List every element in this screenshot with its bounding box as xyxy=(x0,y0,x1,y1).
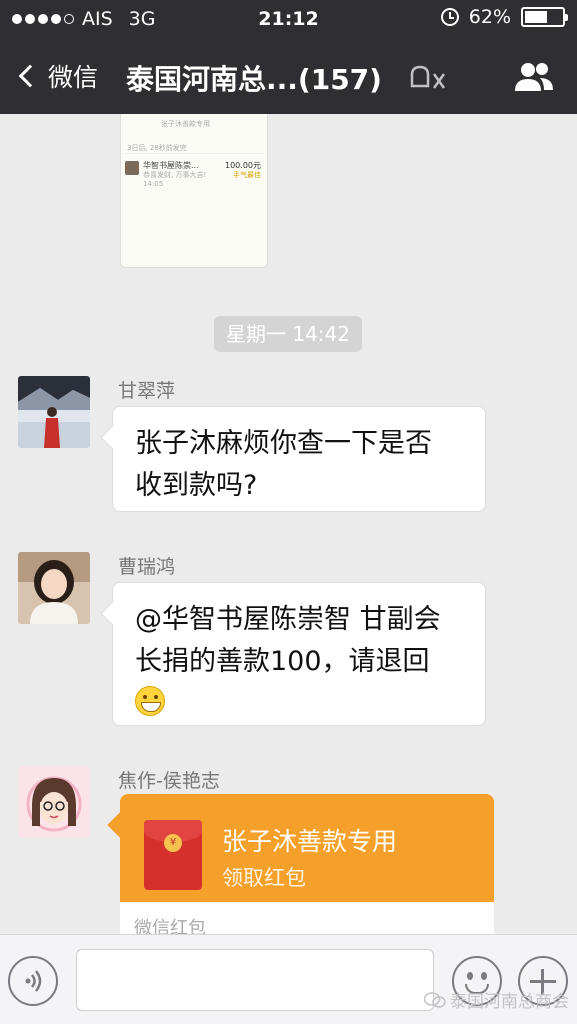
muted-bell-icon xyxy=(410,65,446,89)
message-bubble[interactable]: @华智书屋陈崇智 甘副会 长捐的善款100，请退回 xyxy=(112,582,486,726)
avatar-photo xyxy=(18,376,90,448)
alarm-icon xyxy=(440,8,459,26)
status-bar: AIS 3G 21:12 62% xyxy=(0,0,577,38)
group-members-icon[interactable] xyxy=(513,60,555,94)
screenshot-time: 14:05 xyxy=(143,180,164,188)
message-input[interactable] xyxy=(76,949,434,1011)
nav-bar: 微信 泰国河南总...(157) xyxy=(0,38,577,114)
wechat-logo-icon xyxy=(424,991,446,1008)
screenshot-divider xyxy=(125,153,263,154)
emoji-icon-eye xyxy=(481,972,487,980)
header: AIS 3G 21:12 62% 微信 泰国河南总...(157) xyxy=(0,0,577,114)
message-line: 张子沐麻烦你查一下是否 xyxy=(135,428,432,459)
back-label: 微信 xyxy=(48,63,99,92)
battery-fill xyxy=(525,11,548,23)
screenshot-avatar xyxy=(125,161,139,175)
red-packet-title: 张子沐善款专用 xyxy=(222,827,398,856)
screenshot-sub: 恭喜发财, 万事大吉! xyxy=(143,171,207,179)
red-packet-subtitle: 领取红包 xyxy=(222,866,306,890)
red-packet-icon: ¥ xyxy=(144,820,202,890)
emoji-icon xyxy=(467,972,473,980)
timestamp-badge: 星期一 14:42 xyxy=(214,316,362,352)
avatar-cartoon xyxy=(18,766,90,838)
screenshot-meta: 3日后, 28秒前发完 xyxy=(127,144,187,152)
battery-icon xyxy=(521,7,568,27)
back-button[interactable]: 微信 xyxy=(16,56,98,96)
red-packet-message[interactable]: ¥ 张子沐善款专用 领取红包 微信红包 xyxy=(120,794,494,934)
chat-area[interactable]: 张子沐善款专用 3日后, 28秒前发完 华智书屋陈崇... 恭喜发财, 万事大吉… xyxy=(0,114,577,934)
screenshot-status: 手气最佳 xyxy=(233,171,261,179)
screenshot-row: 华智书屋陈崇... 恭喜发财, 万事大吉! 14:05 100.00元 手气最佳 xyxy=(125,159,263,189)
grinning-emoji-icon xyxy=(135,686,165,716)
chat-title: 泰国河南总...(157) xyxy=(126,63,382,96)
voice-button[interactable] xyxy=(8,956,58,1006)
sender-name: 曹瑞鸿 xyxy=(118,556,176,578)
watermark: 泰国河南总商会 xyxy=(424,987,569,1012)
sender-name: 焦作-侯艳志 xyxy=(118,770,220,792)
watermark-text: 泰国河南总商会 xyxy=(450,992,569,1012)
avatar-photo xyxy=(18,552,90,624)
screenshot-caption: 张子沐善款专用 xyxy=(161,120,210,128)
message-line: 长捐的善款100，请退回 xyxy=(135,646,430,677)
avatar[interactable] xyxy=(18,552,90,624)
message-line xyxy=(135,683,465,725)
voice-icon xyxy=(25,970,42,992)
avatar[interactable] xyxy=(18,376,90,448)
chevron-left-icon xyxy=(18,64,42,88)
avatar[interactable] xyxy=(18,766,90,838)
red-packet-footer: 微信红包 xyxy=(120,902,494,934)
status-right: 62% xyxy=(440,6,568,28)
red-packet-coin: ¥ xyxy=(164,834,182,852)
message-line: @华智书屋陈崇智 甘副会 xyxy=(135,604,441,635)
message-line: 收到款吗? xyxy=(135,470,258,501)
message-bubble[interactable]: 张子沐麻烦你查一下是否 收到款吗? xyxy=(112,406,486,512)
sender-name: 甘翠萍 xyxy=(118,380,176,402)
battery-percent: 62% xyxy=(468,6,511,28)
embedded-screenshot-image[interactable]: 张子沐善款专用 3日后, 28秒前发完 华智书屋陈崇... 恭喜发财, 万事大吉… xyxy=(120,114,268,268)
input-bar: 泰国河南总商会 xyxy=(0,934,577,1024)
